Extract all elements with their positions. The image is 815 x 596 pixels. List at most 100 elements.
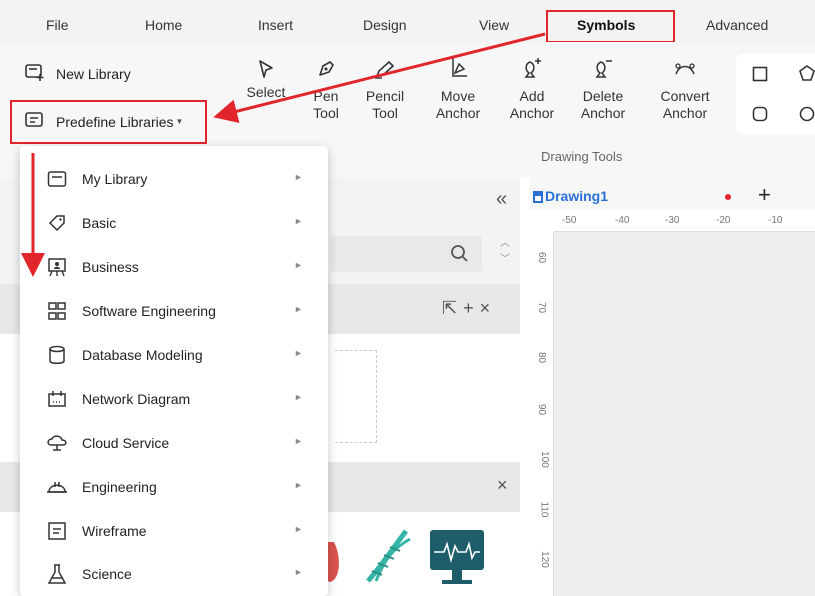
menu-item-wireframe[interactable]: Wireframe ► — [20, 509, 328, 553]
menu-item-label: My Library — [82, 171, 148, 187]
vruler-tick: 60 — [536, 251, 548, 264]
tab-view[interactable]: View — [479, 17, 509, 33]
tab-advanced[interactable]: Advanced — [706, 17, 768, 33]
menu-item-engineering[interactable]: Engineering ► — [20, 465, 328, 509]
delete-anchor-icon — [591, 56, 615, 84]
pen-tool-button[interactable]: Pen Tool — [303, 56, 349, 122]
shapes-panel — [736, 54, 815, 134]
submenu-arrow-icon: ► — [294, 260, 303, 270]
hruler-tick: -50 — [562, 215, 577, 226]
move-anchor-button[interactable]: Move Anchor — [428, 56, 488, 122]
database-icon — [45, 343, 69, 367]
submenu-arrow-icon: ► — [294, 567, 303, 577]
collapse-panel-icon[interactable]: « — [496, 188, 507, 211]
submenu-arrow-icon: ► — [294, 172, 303, 182]
ruler-corner — [530, 210, 554, 232]
unsaved-indicator — [725, 194, 731, 200]
drawing-canvas[interactable] — [555, 232, 815, 596]
convert-anchor-label-1: Convert — [660, 88, 710, 104]
delete-anchor-button[interactable]: Delete Anchor — [573, 56, 633, 122]
document-tab-title[interactable]: Drawing1 — [545, 188, 608, 204]
close-icon[interactable]: × — [480, 298, 497, 318]
submenu-arrow-icon: ► — [294, 216, 303, 226]
network-icon — [45, 387, 69, 411]
convert-anchor-button[interactable]: Convert Anchor — [652, 56, 718, 122]
menu-item-cloud-service[interactable]: Cloud Service ► — [20, 421, 328, 465]
vruler-tick: 110 — [538, 501, 550, 518]
rounded-rect-shape-icon[interactable] — [752, 106, 768, 125]
submenu-arrow-icon: ► — [294, 304, 303, 314]
menu-item-software-engineering[interactable]: Software Engineering ► — [20, 289, 328, 333]
menu-item-business[interactable]: Business ► — [20, 245, 328, 289]
tab-home[interactable]: Home — [145, 17, 182, 33]
pen-tool-label-1: Pen — [313, 88, 339, 104]
menu-item-label: Network Diagram — [82, 391, 191, 407]
menu-item-database-modeling[interactable]: Database Modeling ► — [20, 333, 328, 377]
menu-item-my-library[interactable]: My Library ► — [20, 157, 328, 201]
vruler-tick: 120 — [538, 551, 550, 568]
menu-bar: File Home Insert Design View Symbols Adv… — [0, 0, 815, 43]
search-spinner[interactable]: ︿ ﹀ — [493, 236, 517, 270]
menu-item-network-diagram[interactable]: Network Diagram ► — [20, 377, 328, 421]
delete-anchor-label-2: Anchor — [580, 105, 626, 121]
select-tool-label: Select — [246, 84, 286, 100]
menu-item-science[interactable]: Science ► — [20, 552, 328, 596]
vruler-tick: 70 — [536, 301, 548, 314]
submenu-arrow-icon: ► — [294, 524, 303, 534]
menu-item-label: Engineering — [82, 479, 157, 495]
convert-anchor-label-2: Anchor — [662, 105, 708, 121]
library-header-actions: ⇱+× — [442, 298, 496, 319]
add-anchor-label-2: Anchor — [509, 105, 555, 121]
menu-item-label: Business — [82, 259, 139, 275]
vruler-tick: 90 — [536, 403, 548, 416]
tab-design[interactable]: Design — [363, 17, 407, 33]
hruler-tick: -40 — [615, 215, 630, 226]
select-tool-button[interactable]: Select — [236, 56, 296, 101]
move-anchor-label-1: Move — [440, 88, 476, 104]
submenu-arrow-icon: ► — [294, 348, 303, 358]
pentagon-shape-icon[interactable] — [798, 64, 815, 85]
symbols-highlight-box — [546, 10, 675, 43]
pencil-icon — [373, 58, 397, 84]
move-anchor-icon — [447, 56, 469, 84]
add-anchor-label-1: Add — [519, 88, 545, 104]
hierarchy-icon — [45, 299, 69, 323]
vruler-tick: 80 — [536, 351, 548, 364]
add-anchor-button[interactable]: Add Anchor — [502, 56, 562, 122]
new-library-button[interactable]: New Library — [24, 62, 131, 85]
new-document-tab-icon[interactable]: + — [758, 182, 771, 208]
pencil-tool-button[interactable]: Pencil Tool — [360, 56, 410, 122]
search-icon[interactable] — [450, 244, 470, 267]
pen-tool-label-2: Tool — [313, 105, 339, 121]
tab-insert[interactable]: Insert — [258, 17, 293, 33]
predefine-highlight-box — [10, 100, 207, 144]
add-icon[interactable]: + — [463, 298, 480, 318]
menu-item-label: Basic — [82, 215, 117, 231]
circle-shape-icon[interactable] — [798, 106, 815, 125]
document-icon — [532, 190, 544, 207]
panel-splitter[interactable] — [520, 178, 530, 596]
export-icon[interactable]: ⇱ — [442, 298, 463, 318]
pen-icon — [315, 58, 337, 84]
chevron-up-icon[interactable]: ︿ — [493, 236, 517, 252]
menu-item-label: Software Engineering — [82, 303, 216, 319]
hardhat-icon — [45, 475, 69, 499]
monitor-symbol-icon[interactable] — [428, 528, 486, 591]
drawing-tools-group-label: Drawing Tools — [541, 149, 623, 164]
delete-anchor-label-1: Delete — [582, 88, 624, 104]
new-library-icon — [24, 62, 56, 85]
rectangle-shape-icon[interactable] — [752, 66, 768, 85]
chevron-down-icon[interactable]: ﹀ — [493, 252, 517, 268]
menu-item-label: Wireframe — [82, 523, 147, 539]
hruler-tick: -30 — [665, 215, 680, 226]
close-icon[interactable]: × — [497, 475, 508, 496]
hruler-tick: -10 — [768, 215, 783, 226]
menu-item-label: Database Modeling — [82, 347, 203, 363]
menu-item-basic[interactable]: Basic ► — [20, 201, 328, 245]
vertical-ruler: 60 70 80 90 100 110 120 — [530, 232, 554, 596]
tab-file[interactable]: File — [46, 17, 69, 33]
add-anchor-icon — [520, 56, 544, 84]
dna-symbol-icon[interactable] — [362, 525, 412, 588]
new-library-label: New Library — [56, 65, 131, 82]
submenu-arrow-icon: ► — [294, 392, 303, 402]
